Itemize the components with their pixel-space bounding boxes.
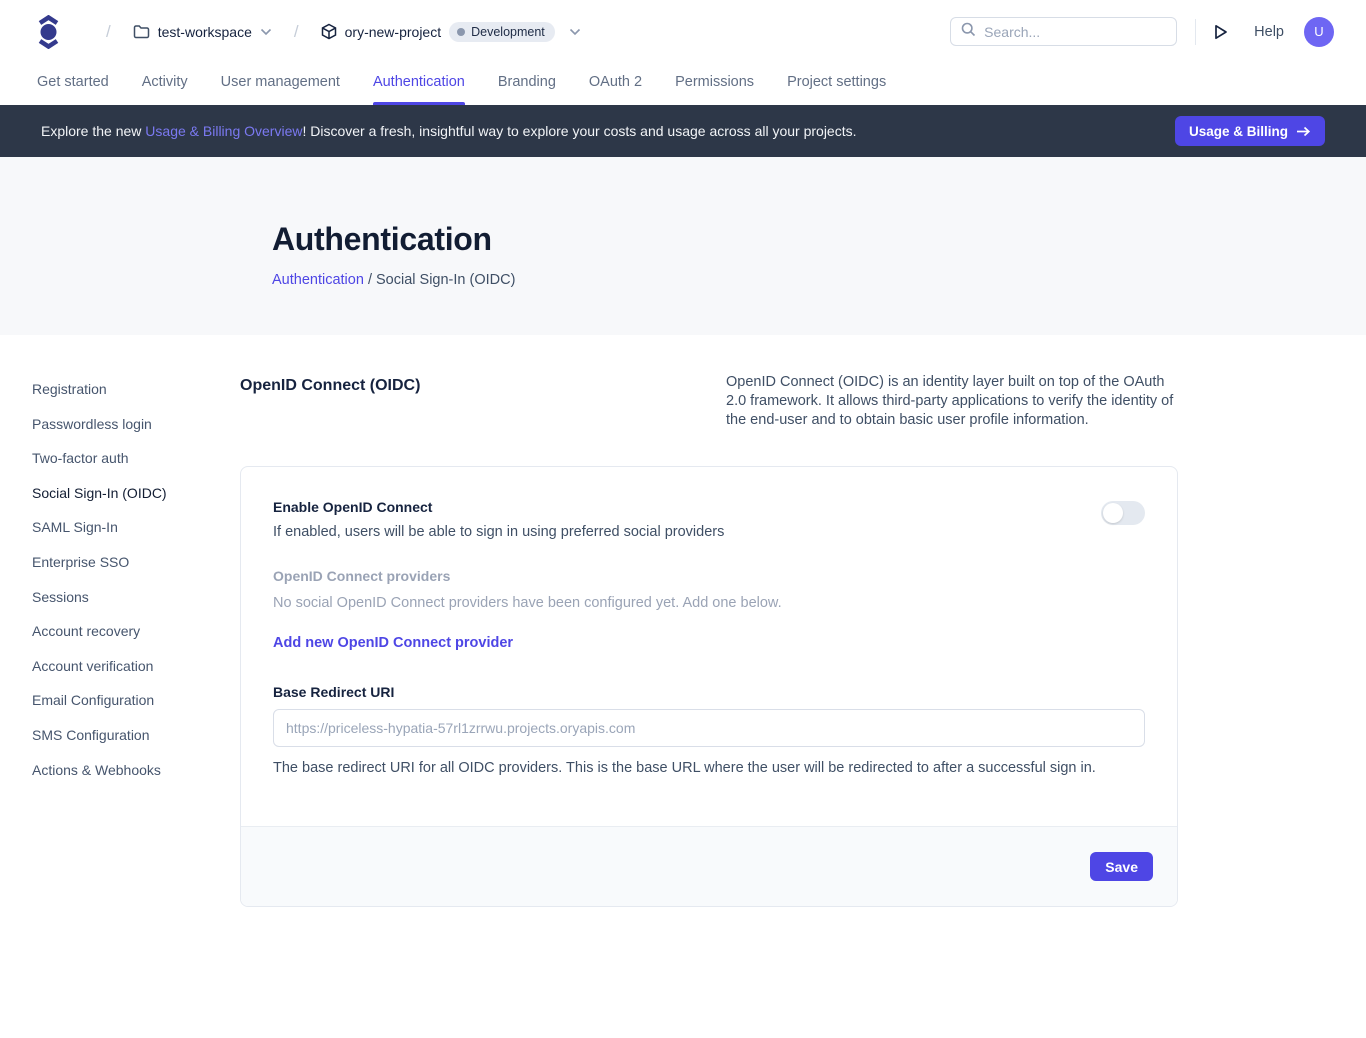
sidebar-item-two-factor-auth[interactable]: Two-factor auth (32, 442, 240, 474)
providers-empty-state: No social OpenID Connect providers have … (273, 595, 1145, 611)
environment-badge: Development (449, 22, 555, 42)
usage-billing-overview-link[interactable]: Usage & Billing Overview (145, 123, 302, 139)
breadcrumb-current: Social Sign-In (OIDC) (376, 272, 515, 288)
section-description: OpenID Connect (OIDC) is an identity lay… (726, 373, 1178, 430)
environment-dot-icon (457, 28, 465, 36)
search-icon (961, 22, 976, 42)
enable-oidc-toggle[interactable] (1101, 501, 1145, 525)
sidebar-item-sessions[interactable]: Sessions (32, 581, 240, 613)
base-redirect-uri-label: Base Redirect URI (273, 684, 1145, 700)
sidebar-item-passwordless-login[interactable]: Passwordless login (32, 408, 240, 440)
page-title: Authentication (272, 221, 1366, 258)
project-name: ory-new-project (345, 24, 441, 40)
workspace-selector[interactable]: test-workspace (133, 24, 272, 40)
enable-oidc-description: If enabled, users will be able to sign i… (273, 524, 724, 540)
header-divider (1195, 19, 1196, 45)
card-footer: Save (241, 826, 1177, 906)
sidebar-item-account-recovery[interactable]: Account recovery (32, 615, 240, 647)
main-panel: OpenID Connect (OIDC) OpenID Connect (OI… (240, 373, 1178, 907)
tab-oauth2[interactable]: OAuth 2 (589, 63, 642, 105)
tab-branding[interactable]: Branding (498, 63, 556, 105)
save-button[interactable]: Save (1090, 852, 1153, 881)
base-redirect-uri-input[interactable] (273, 709, 1145, 747)
project-selector[interactable]: ory-new-project Development (321, 22, 581, 42)
content-area: Registration Passwordless login Two-fact… (0, 335, 1366, 907)
arrow-right-icon (1296, 126, 1311, 137)
breadcrumb: Authentication / Social Sign-In (OIDC) (272, 272, 1366, 288)
chevron-down-icon (569, 28, 581, 36)
sidebar-item-enterprise-sso[interactable]: Enterprise SSO (32, 546, 240, 578)
cube-icon (321, 23, 337, 40)
sidebar-item-sms-configuration[interactable]: SMS Configuration (32, 719, 240, 751)
sidebar-item-saml-sign-in[interactable]: SAML Sign-In (32, 511, 240, 543)
tab-authentication[interactable]: Authentication (373, 63, 465, 105)
tab-project-settings[interactable]: Project settings (787, 63, 886, 105)
banner-text: Explore the new Usage & Billing Overview… (41, 123, 857, 139)
enable-oidc-row: Enable OpenID Connect If enabled, users … (273, 499, 1145, 540)
chevron-down-icon (260, 28, 272, 36)
search-input[interactable] (984, 24, 1166, 40)
breadcrumb-separator: / (368, 272, 376, 288)
providers-section: OpenID Connect providers No social OpenI… (273, 568, 1145, 652)
project-nav-tabs: Get started Activity User management Aut… (0, 63, 1366, 105)
sidebar-item-email-configuration[interactable]: Email Configuration (32, 684, 240, 716)
section-header: OpenID Connect (OIDC) OpenID Connect (OI… (240, 373, 1178, 430)
search-box[interactable] (950, 17, 1177, 46)
sidebar-item-actions-webhooks[interactable]: Actions & Webhooks (32, 754, 240, 786)
help-link[interactable]: Help (1254, 24, 1284, 40)
ory-logo[interactable] (35, 15, 62, 49)
folder-icon (133, 24, 150, 39)
play-icon[interactable] (1214, 24, 1228, 40)
top-header: / test-workspace / ory-new-project Devel… (0, 0, 1366, 63)
breadcrumb-separator: / (294, 22, 299, 42)
avatar[interactable]: U (1304, 17, 1334, 47)
sidebar-item-social-sign-in[interactable]: Social Sign-In (OIDC) (32, 477, 240, 509)
enable-oidc-text: Enable OpenID Connect If enabled, users … (273, 499, 724, 540)
card-body: Enable OpenID Connect If enabled, users … (241, 467, 1177, 826)
sidebar-item-registration[interactable]: Registration (32, 373, 240, 405)
environment-label: Development (471, 25, 545, 39)
tab-activity[interactable]: Activity (142, 63, 188, 105)
breadcrumb-authentication-link[interactable]: Authentication (272, 272, 364, 288)
tab-get-started[interactable]: Get started (37, 63, 109, 105)
providers-label: OpenID Connect providers (273, 568, 1145, 584)
page-hero: Authentication Authentication / Social S… (0, 157, 1366, 335)
section-title: OpenID Connect (OIDC) (240, 373, 420, 395)
workspace-name: test-workspace (158, 24, 252, 40)
base-redirect-uri-help: The base redirect URI for all OIDC provi… (273, 760, 1145, 776)
settings-sidenav: Registration Passwordless login Two-fact… (0, 373, 240, 907)
usage-billing-button[interactable]: Usage & Billing (1175, 116, 1325, 146)
add-provider-link[interactable]: Add new OpenID Connect provider (273, 635, 513, 651)
announcement-banner: Explore the new Usage & Billing Overview… (0, 105, 1366, 157)
base-redirect-uri-section: Base Redirect URI The base redirect URI … (273, 684, 1145, 776)
breadcrumb-separator: / (106, 22, 111, 42)
toggle-knob (1103, 503, 1123, 523)
sidebar-item-account-verification[interactable]: Account verification (32, 650, 240, 682)
ory-logo-icon (35, 15, 62, 49)
enable-oidc-label: Enable OpenID Connect (273, 499, 724, 515)
tab-permissions[interactable]: Permissions (675, 63, 754, 105)
oidc-settings-card: Enable OpenID Connect If enabled, users … (240, 466, 1178, 907)
avatar-initial: U (1314, 24, 1323, 39)
tab-user-management[interactable]: User management (221, 63, 340, 105)
